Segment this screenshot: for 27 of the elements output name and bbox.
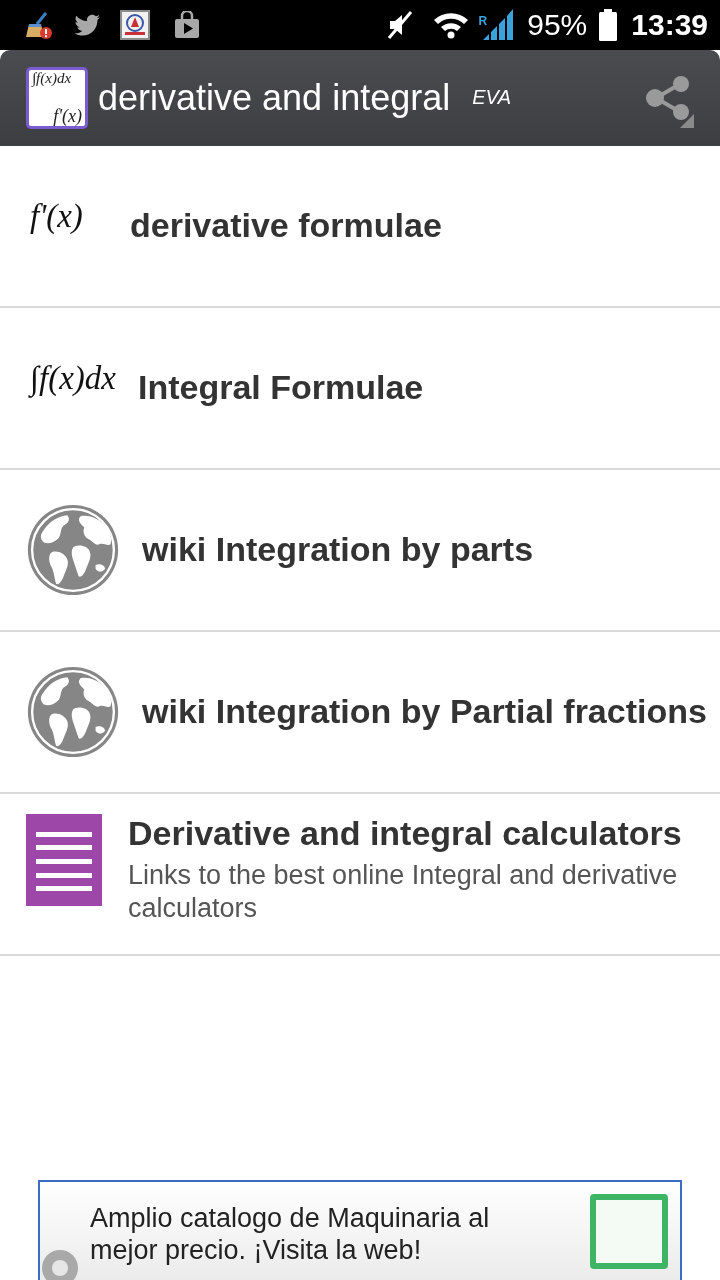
bird-icon [74,14,100,36]
app-logo[interactable]: ∫f(x)dx f'(x) [26,67,88,129]
wifi-icon [432,11,469,39]
signal-icon [481,9,514,41]
mute-icon [386,10,413,40]
clock-time: 13:39 [631,10,708,40]
formula-text: f'(x) [29,199,84,233]
ad-text: Amplio catalogo de Maquinaria al mejor precio. ¡Visita la web! [90,1202,491,1268]
battery-percent: 95% [527,10,588,40]
document-icon [26,814,102,906]
share-icon[interactable] [646,76,690,120]
globe-icon [26,503,120,597]
list-item[interactable]: wiki Integration by Partial fractions [0,632,720,794]
edition-label: EVA [472,85,512,110]
ad-banner[interactable]: Amplio catalogo de Maquinaria al mejor precio. ¡Visita la web! [38,1180,682,1280]
list-item[interactable]: ∫f(x)dx Integral Formulae [0,308,720,470]
app-title: derivative and integral [98,76,451,120]
list-item[interactable]: Derivative and integral calculators Links to the best online Integral and derivative calculators [0,794,720,956]
list-item[interactable]: wiki Integration by parts [0,470,720,632]
overflow-indicator-icon[interactable] [680,114,694,128]
app-thumbnail-icon [120,10,150,40]
globe-icon [26,665,120,759]
shopping-bag-icon [174,11,200,39]
battery-icon [599,9,618,41]
broom-icon [24,11,52,39]
roaming-indicator: R [478,15,488,27]
list-item[interactable]: f'(x) derivative formulae [0,146,720,308]
